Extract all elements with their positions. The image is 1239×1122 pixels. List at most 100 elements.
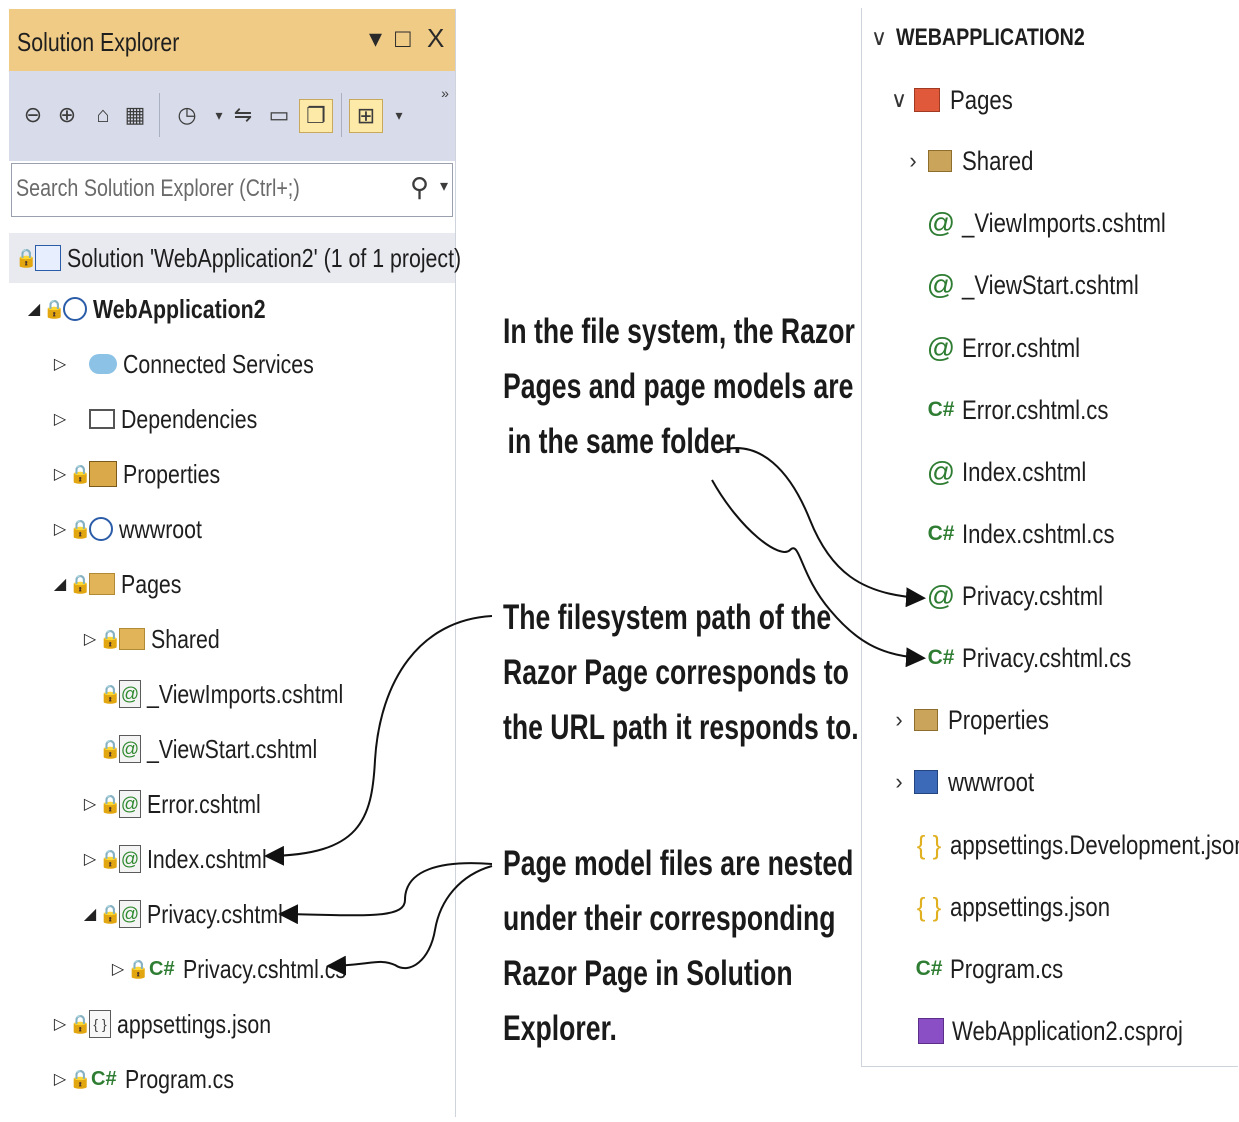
fs-item-index[interactable]: @ Index.cshtml: [926, 450, 1114, 494]
lock-icon: 🔒: [99, 848, 122, 869]
csharp-file-icon: C#: [927, 398, 955, 421]
tree-item-properties[interactable]: ▷ 🔒 Properties: [51, 454, 242, 494]
csharp-file-icon: C#: [149, 957, 175, 980]
fs-item-label: Index.cshtml: [962, 456, 1087, 487]
solution-icon: [35, 245, 61, 271]
search-input[interactable]: [16, 172, 328, 206]
sync-active-document-icon[interactable]: ⇋: [227, 99, 259, 131]
tree-item-webapplication2[interactable]: ◢ 🔒 WebApplication2: [25, 289, 303, 329]
expand-arrow-icon[interactable]: ▷: [51, 354, 69, 374]
tree-item-shared[interactable]: ▷ 🔒 Shared: [81, 619, 235, 659]
home-icon[interactable]: ⌂: [87, 99, 119, 131]
fs-item-wwwroot[interactable]: › wwwroot: [888, 760, 1053, 804]
fs-item-viewstart[interactable]: @ _ViewStart.cshtml: [926, 263, 1178, 307]
fs-item-csproj[interactable]: WebApplication2.csproj: [914, 1009, 1234, 1053]
show-all-files-icon[interactable]: ❐: [299, 99, 333, 133]
pending-changes-filter-icon[interactable]: ◷: [171, 99, 203, 131]
expand-arrow-icon[interactable]: ▷: [51, 1014, 69, 1034]
chevron-right-icon[interactable]: ›: [902, 148, 924, 174]
razor-file-icon: @: [119, 900, 141, 928]
tree-item-error[interactable]: ▷ 🔒 @ Error.cshtml: [81, 784, 286, 824]
search-options-dropdown-icon[interactable]: ▾: [440, 176, 448, 196]
fs-item-shared[interactable]: › Shared: [902, 139, 1049, 183]
close-icon[interactable]: X: [427, 23, 444, 54]
annotation-same-folder: In the file system, the Razor Pages and …: [503, 312, 855, 461]
expand-arrow-icon[interactable]: ▷: [51, 409, 69, 429]
razor-file-icon: @: [119, 680, 141, 708]
fs-item-viewimports[interactable]: @ _ViewImports.cshtml: [926, 201, 1211, 245]
tree-item-privacy-cs[interactable]: ▷ 🔒 C# Privacy.cshtml.cs: [109, 949, 381, 989]
fs-item-label: Index.cshtml.cs: [962, 518, 1115, 549]
fs-item-appsettings-dev[interactable]: { } appsettings.Development.json: [914, 823, 1239, 867]
expand-arrow-icon[interactable]: ▷: [81, 794, 99, 814]
fs-item-label: appsettings.json: [950, 891, 1111, 922]
json-file-icon: { }: [916, 829, 942, 860]
fs-item-pages[interactable]: ∨ Pages: [888, 78, 1027, 122]
tree-item-appsettings[interactable]: ▷ 🔒 { } appsettings.json: [51, 1004, 305, 1044]
expand-arrow-icon[interactable]: ▷: [109, 959, 127, 979]
solution-label: Solution 'WebApplication2' (1 of 1 proje…: [67, 242, 462, 273]
tree-item-viewimports[interactable]: 🔒 @ _ViewImports.cshtml: [81, 674, 386, 714]
fs-item-label: Error.cshtml: [962, 332, 1081, 363]
tree-item-index[interactable]: ▷ 🔒 @ Index.cshtml: [81, 839, 293, 879]
forward-icon[interactable]: ⊕: [51, 99, 83, 131]
tree-item-privacy[interactable]: ◢ 🔒 @ Privacy.cshtml: [81, 894, 313, 934]
fs-item-privacy[interactable]: @ Privacy.cshtml: [926, 574, 1134, 618]
lock-icon: 🔒: [99, 793, 122, 814]
expand-arrow-icon[interactable]: ▷: [51, 1069, 69, 1089]
tree-item-label: _ViewImports.cshtml: [147, 678, 344, 709]
fs-item-properties[interactable]: › Properties: [888, 698, 1071, 742]
maximize-icon[interactable]: □: [395, 23, 411, 54]
tree-item-wwwroot[interactable]: ▷ 🔒 wwwroot: [51, 509, 220, 549]
fs-item-error-cs[interactable]: C# Error.cshtml.cs: [926, 388, 1141, 432]
fs-item-index-cs[interactable]: C# Index.cshtml.cs: [926, 512, 1148, 556]
tree-item-label: Properties: [123, 458, 221, 489]
json-file-icon: { }: [89, 1010, 111, 1038]
solution-explorer-toolbar: ⊖ ⊕ ⌂ ▦ ◷ ▾ ⇋ ▭ ❐ ⊞ ▾ »: [9, 71, 455, 161]
expand-arrow-icon[interactable]: ▷: [81, 629, 99, 649]
connected-services-icon: [89, 354, 117, 374]
fs-item-privacy-cs[interactable]: C# Privacy.cshtml.cs: [926, 636, 1169, 680]
window-menu-icon[interactable]: ▾: [369, 23, 382, 54]
back-icon[interactable]: ⊖: [17, 99, 49, 131]
tree-item-viewstart[interactable]: 🔒 @ _ViewStart.cshtml: [81, 729, 355, 769]
tree-item-label: Program.cs: [124, 1063, 234, 1094]
properties-view-icon[interactable]: ⊞: [349, 99, 383, 133]
fs-item-error[interactable]: @ Error.cshtml: [926, 326, 1106, 370]
annotation-url-path: The filesystem path of the Razor Page co…: [503, 598, 859, 747]
collapse-arrow-icon[interactable]: ◢: [25, 299, 43, 319]
search-box: ⚲ ▾: [11, 163, 453, 217]
tree-item-label: Pages: [121, 568, 182, 599]
fs-item-label: Error.cshtml.cs: [962, 394, 1109, 425]
chevron-down-icon[interactable]: ∨: [888, 87, 910, 113]
tree-item-label: Privacy.cshtml.cs: [182, 953, 346, 984]
solution-node[interactable]: 🔒 Solution 'WebApplication2' (1 of 1 pro…: [9, 233, 461, 283]
folder-icon: [119, 628, 145, 650]
expand-arrow-icon[interactable]: ▷: [51, 519, 69, 539]
search-icon[interactable]: ⚲: [410, 172, 429, 203]
tree-item-label: Connected Services: [123, 348, 314, 379]
collapse-arrow-icon[interactable]: ◢: [51, 574, 69, 594]
razor-file-icon: @: [119, 845, 141, 873]
fs-item-label: _ViewStart.cshtml: [962, 269, 1139, 300]
lock-icon: 🔒: [69, 1068, 92, 1089]
toolbar-overflow-icon[interactable]: »: [429, 77, 461, 109]
fs-item-appsettings[interactable]: { } appsettings.json: [914, 885, 1145, 929]
tree-item-connected-services[interactable]: ▷ Connected Services: [51, 344, 356, 384]
expand-arrow-icon[interactable]: ▷: [51, 464, 69, 484]
expand-arrow-icon[interactable]: ▷: [81, 849, 99, 869]
collapse-all-icon[interactable]: ▭: [263, 99, 295, 131]
fs-item-label: _ViewImports.cshtml: [962, 207, 1166, 238]
collapse-arrow-icon[interactable]: ◢: [81, 904, 99, 924]
chevron-right-icon[interactable]: ›: [888, 769, 910, 795]
switch-views-icon[interactable]: ▦: [119, 99, 151, 131]
fs-root[interactable]: ∨ WEBAPPLICATION2: [868, 16, 1126, 60]
tree-item-pages[interactable]: ◢ 🔒 Pages: [51, 564, 195, 604]
view-dropdown-icon[interactable]: ▾: [383, 99, 415, 131]
tree-item-dependencies[interactable]: ▷ Dependencies: [51, 399, 287, 439]
fs-item-program[interactable]: C# Program.cs: [914, 947, 1088, 991]
chevron-right-icon[interactable]: ›: [888, 707, 910, 733]
tree-item-program[interactable]: ▷ 🔒 C# Program.cs: [51, 1059, 258, 1099]
wwwroot-folder-icon: [914, 770, 938, 794]
chevron-down-icon[interactable]: ∨: [868, 25, 890, 51]
